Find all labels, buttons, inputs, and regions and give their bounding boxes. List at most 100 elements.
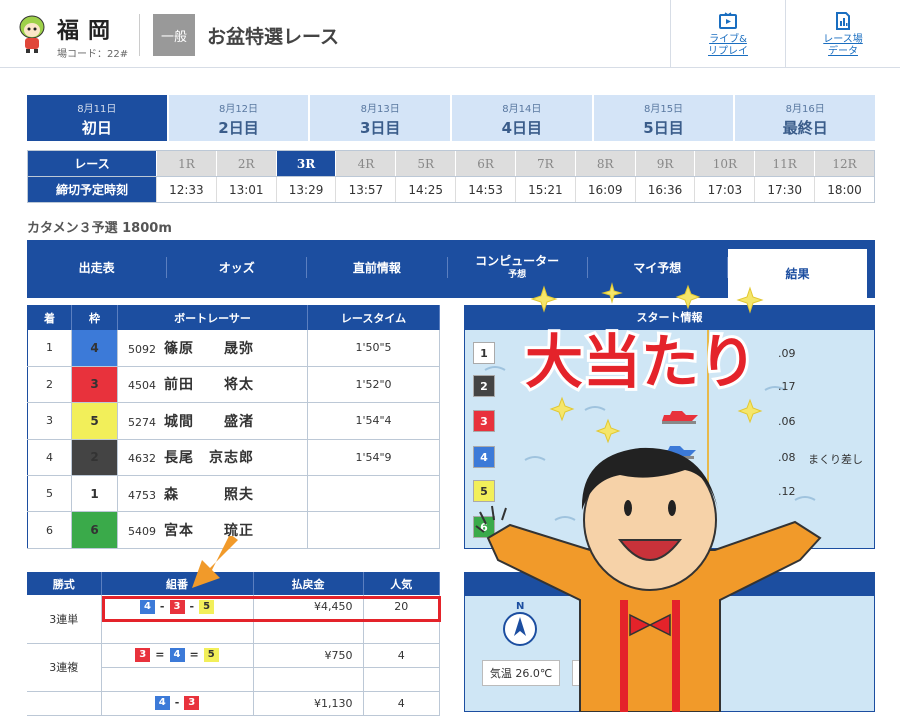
col-frame: 枠: [71, 305, 118, 330]
day-tab[interactable]: 8月11日 初日: [27, 95, 167, 141]
deadline-time: 16:36: [634, 177, 695, 202]
col-place: 着: [27, 305, 72, 330]
racer-name[interactable]: 森 照夫: [164, 487, 254, 503]
bet-type: 3連単: [27, 595, 102, 644]
tab-odds[interactable]: オッズ: [167, 257, 308, 278]
race-name: お盆特選レース: [207, 26, 340, 48]
day-tab[interactable]: 8月12日 2日目: [168, 95, 309, 141]
deadline-time: 13:29: [275, 177, 336, 202]
result-table: 着 枠 ボートレーサー レースタイム 1 4 5092 篠原 晟弥 1'50"5 …: [27, 305, 440, 549]
race-tab[interactable]: 1R: [156, 151, 216, 176]
race-tab[interactable]: 4R: [335, 151, 396, 176]
race-tab[interactable]: 5R: [395, 151, 456, 176]
day-tab[interactable]: 8月14日 4日目: [452, 95, 592, 141]
tab-my-prediction[interactable]: マイ予想: [588, 257, 728, 278]
deadline-time: 18:00: [814, 177, 874, 202]
frame-number: 4: [473, 446, 495, 468]
racer-name[interactable]: 城間 盛渚: [164, 414, 254, 430]
compass-north: N: [516, 601, 524, 612]
race-tab[interactable]: 12R: [814, 151, 874, 176]
race-tab[interactable]: 9R: [634, 151, 695, 176]
payout-table: 勝式 組番 払戻金 人気 3連単 4-3-5 ¥4,450 20 3連複 3 = 4…: [27, 572, 440, 716]
header-divider: [139, 14, 140, 56]
tab-label: 出走表: [78, 260, 115, 275]
race-row-label: レース: [28, 151, 156, 176]
tab-sublabel: 予想: [508, 269, 527, 280]
deadline-time: 17:30: [754, 177, 814, 202]
start-info-title: スタート情報: [465, 306, 874, 330]
start-timing: .09: [778, 347, 796, 360]
day-tabs: 8月11日 初日 8月12日 2日目 8月13日 3日目 8月14日 4日目 8月15日…: [27, 95, 876, 141]
frame-number: 2: [71, 439, 118, 477]
race-tab[interactable]: 7R: [514, 151, 575, 176]
start-row: 3.06: [473, 410, 868, 434]
race-tab[interactable]: 6R: [455, 151, 515, 176]
tab-label: 直前情報: [352, 260, 401, 275]
col-time: レースタイム: [307, 305, 440, 330]
day-label: 初日: [81, 119, 112, 137]
start-timing: .12: [778, 485, 796, 498]
start-info-panel: スタート情報 1.09 2.17 3.06 4.08 まくり差し 5.12 6: [464, 305, 875, 549]
start-row: 4 .08 まくり差し: [473, 446, 868, 470]
tab-label: オッズ: [218, 260, 255, 275]
racer-reg: 4753: [128, 488, 156, 502]
live-replay-button[interactable]: ライブ& リプレイ: [670, 0, 785, 68]
deadline-time: 12:33: [156, 177, 216, 202]
racer-reg: 5409: [128, 525, 156, 539]
race-time: 1'54"4: [307, 402, 440, 440]
col-bet-type: 勝式: [27, 572, 102, 595]
race-time: [307, 511, 440, 549]
frame-number: 1: [473, 342, 495, 364]
table-row: 4 2 4632 長尾 京志郎 1'54"9: [27, 439, 440, 477]
tab-results[interactable]: 結果: [727, 249, 868, 298]
race-tab[interactable]: 11R: [754, 151, 815, 176]
combo-frame: 3: [184, 696, 200, 710]
tab-computer-prediction[interactable]: コンピューター 予想: [448, 254, 588, 280]
racer-reg: 4632: [128, 452, 156, 466]
frame-number: 5: [71, 402, 118, 440]
combo-sep: -: [174, 696, 180, 709]
day-tab[interactable]: 8月15日 5日目: [593, 95, 734, 141]
race-tab[interactable]: 2R: [215, 151, 276, 176]
tab-entries[interactable]: 出走表: [27, 257, 168, 278]
racer-reg: 4504: [128, 379, 156, 393]
racer-name[interactable]: 篠原 晟弥: [164, 341, 254, 357]
race-tab[interactable]: 3R: [275, 151, 336, 176]
day-tab[interactable]: 8月16日 最終日: [735, 95, 876, 141]
start-row: 6: [473, 516, 868, 540]
race-tab[interactable]: 10R: [694, 151, 755, 176]
venue-name: 福岡: [57, 19, 120, 44]
racer-name[interactable]: 長尾 京志郎: [164, 450, 254, 466]
payout-amount: ¥750: [253, 643, 364, 668]
frame-number: 5: [473, 480, 495, 502]
col-racer: ボートレーサー: [117, 305, 308, 330]
frame-number: 3: [473, 410, 495, 432]
frame-number: 6: [473, 516, 495, 538]
frame-number: 3: [71, 366, 118, 404]
weather-box: [572, 660, 602, 686]
day-tab[interactable]: 8月13日 3日目: [310, 95, 451, 141]
live-label-2: リプレイ: [708, 46, 748, 57]
frame-number: 2: [473, 375, 495, 397]
frame-number: 6: [71, 511, 118, 549]
tab-label: 結果: [785, 266, 810, 281]
tab-pre-race[interactable]: 直前情報: [307, 257, 448, 278]
bet-type: [27, 691, 102, 716]
race-tab[interactable]: 8R: [574, 151, 635, 176]
day-label: 3日目: [359, 119, 401, 137]
popularity: 4: [363, 643, 440, 668]
venue-code: 場コード：22#: [57, 49, 129, 60]
day-label: 最終日: [782, 119, 828, 137]
place: 6: [27, 511, 72, 549]
deadline-time: 13:01: [215, 177, 276, 202]
temperature: 気温 26.0℃: [482, 660, 560, 686]
place: 3: [27, 402, 72, 440]
frame-number: 1: [71, 475, 118, 513]
deadline-time: 14:25: [395, 177, 455, 202]
document-chart-icon: [836, 12, 850, 30]
table-row: 3 5 5274 城間 盛渚 1'54"4: [27, 402, 440, 440]
racer-name[interactable]: 前田 将太: [164, 377, 254, 393]
bet-type: 3連複: [27, 643, 102, 692]
venue-data-button[interactable]: レース場 データ: [785, 0, 900, 68]
combo: 4-3: [101, 691, 254, 716]
